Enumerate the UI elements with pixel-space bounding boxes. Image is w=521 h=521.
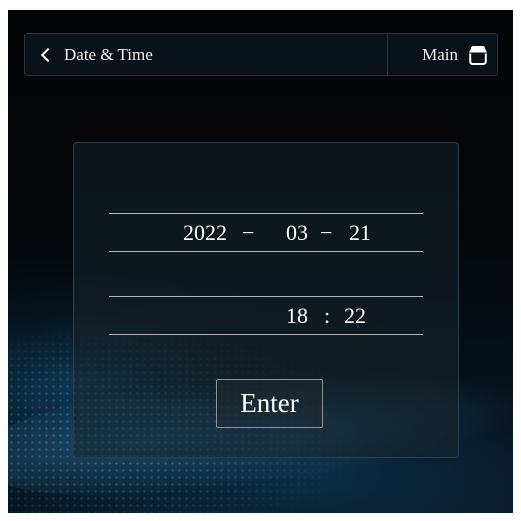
time-selector[interactable]: 18 : 22 bbox=[109, 297, 423, 335]
date-separator: − bbox=[320, 220, 333, 245]
time-line-bottom bbox=[109, 334, 423, 335]
date-selector[interactable]: 2022 − 03 − 21 bbox=[109, 214, 423, 252]
back-button[interactable]: Date & Time bbox=[25, 34, 153, 75]
date-time-panel: 2022 − 03 − 21 18 : 22 Enter bbox=[73, 142, 459, 458]
time-separator: : bbox=[324, 303, 331, 328]
date-line-bottom bbox=[109, 251, 423, 252]
year-value[interactable]: 2022 bbox=[183, 221, 227, 245]
main-button[interactable]: Main bbox=[388, 34, 498, 75]
hour-value[interactable]: 18 bbox=[286, 304, 308, 328]
page-title: Date & Time bbox=[64, 44, 153, 64]
day-value[interactable]: 21 bbox=[349, 221, 371, 245]
home-icon bbox=[469, 45, 487, 65]
month-value[interactable]: 03 bbox=[286, 221, 308, 245]
top-bar: Date & Time Main bbox=[24, 33, 498, 76]
minute-value[interactable]: 22 bbox=[344, 304, 366, 328]
date-separator: − bbox=[242, 220, 255, 245]
device-screen: Date & Time Main 2022 − 03 − 21 18 : 22 … bbox=[8, 10, 513, 513]
chevron-left-icon bbox=[40, 47, 56, 63]
main-label: Main bbox=[422, 44, 458, 64]
enter-button[interactable]: Enter bbox=[216, 379, 323, 428]
